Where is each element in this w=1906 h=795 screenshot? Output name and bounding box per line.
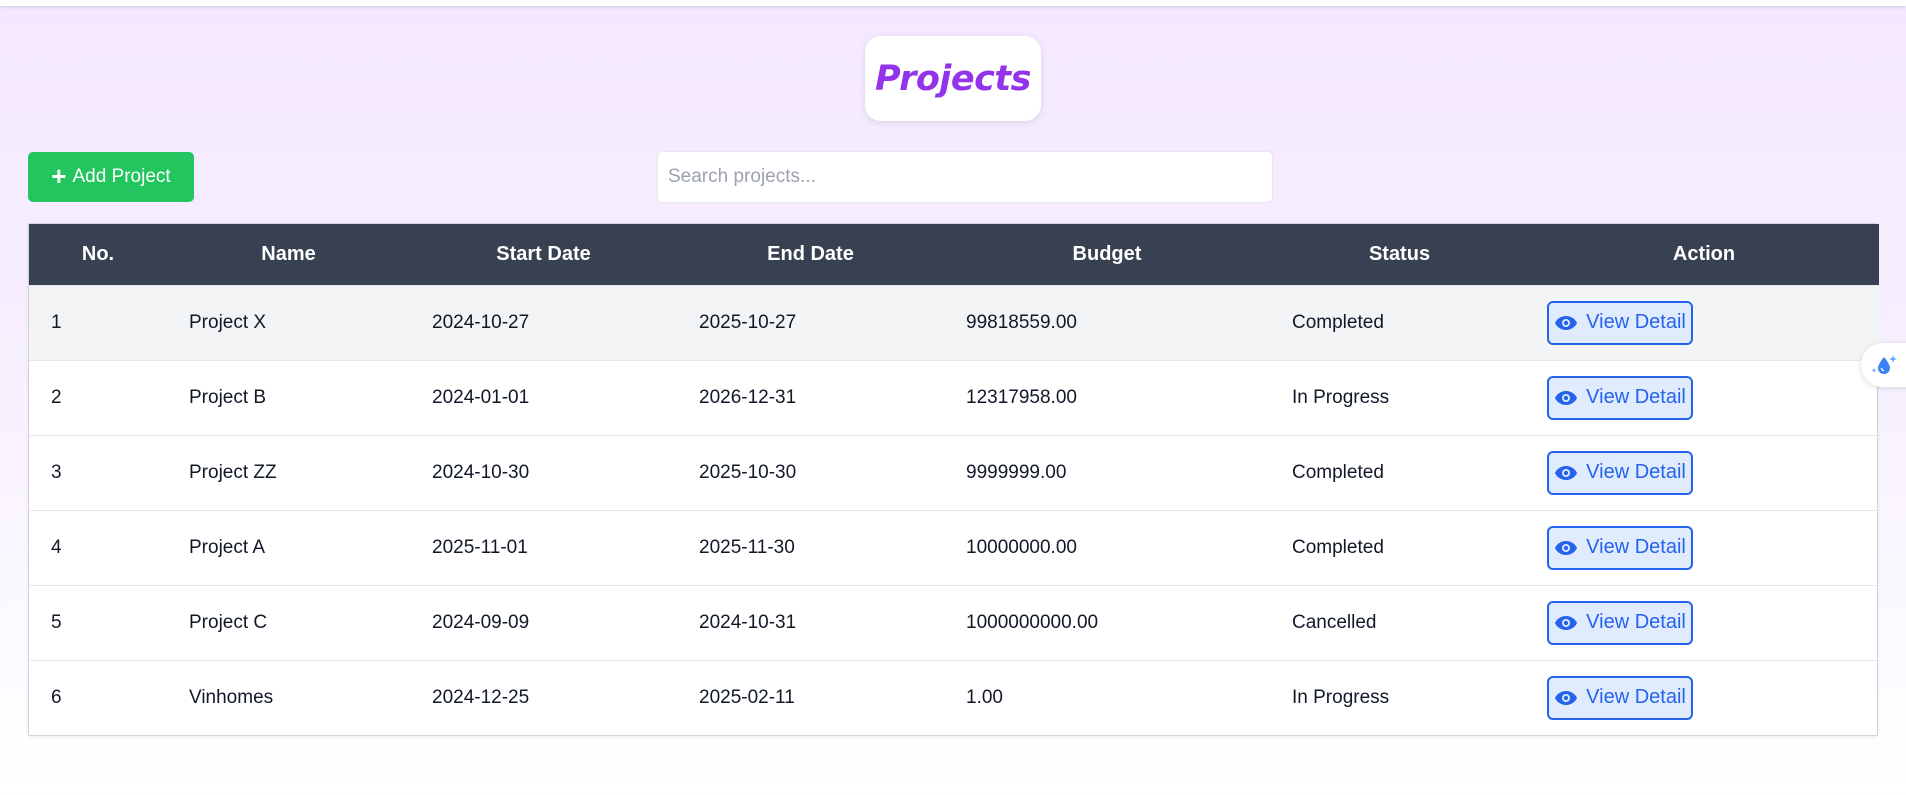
cell-name: Project B <box>189 386 267 408</box>
cell-name: Project ZZ <box>189 461 277 483</box>
cell-status: Completed <box>1292 461 1384 483</box>
eye-icon <box>1555 540 1578 555</box>
cell-start-date: 2024-10-27 <box>432 311 530 333</box>
cell-status: Completed <box>1292 536 1384 558</box>
page-title: Projects <box>875 58 1031 99</box>
cell-status: Cancelled <box>1292 611 1377 633</box>
column-header-status[interactable]: Status <box>1270 224 1529 285</box>
cell-action: View Detail <box>1529 285 1879 360</box>
cell-no: 4 <box>51 536 62 558</box>
projects-table: No. Name Start Date End Date Budget Stat… <box>28 223 1879 736</box>
table-row: 6 Vinhomes 2024-12-25 2025-02-11 1.00 In Prog… <box>29 660 1879 735</box>
cell-action: View Detail <box>1529 660 1879 735</box>
table-row: 3 Project ZZ 2024-10-30 2025-10-30 9999999.0… <box>29 435 1879 510</box>
cell-action: View Detail <box>1529 435 1879 510</box>
table-row: 2 Project B 2024-01-01 2026-12-31 12317958.0… <box>29 360 1879 435</box>
view-detail-button[interactable]: View Detail <box>1547 675 1693 720</box>
cell-no: 5 <box>51 611 62 633</box>
column-header-budget[interactable]: Budget <box>944 224 1270 285</box>
cell-no: 3 <box>51 461 62 483</box>
cell-start-date: 2025-11-01 <box>432 536 528 558</box>
add-project-button[interactable]: + Add Project <box>28 152 194 202</box>
cell-budget: 10000000.00 <box>966 536 1077 558</box>
cell-status: Completed <box>1292 311 1384 333</box>
cell-budget: 99818559.00 <box>966 311 1077 333</box>
column-header-end-date[interactable]: End Date <box>677 224 944 285</box>
eye-icon <box>1555 315 1578 330</box>
view-detail-label: View Detail <box>1586 386 1686 408</box>
view-detail-button[interactable]: View Detail <box>1547 525 1693 570</box>
sparkle-drop-icon <box>1871 355 1897 374</box>
view-detail-button[interactable]: View Detail <box>1547 450 1693 495</box>
table-row: 5 Project C 2024-09-09 2024-10-31 1000000000… <box>29 585 1879 660</box>
column-header-no[interactable]: No. <box>29 224 167 285</box>
floating-assistant-button[interactable] <box>1861 343 1906 387</box>
table-row: 1 Project X 2024-10-27 2025-10-27 99818559.0… <box>29 285 1879 360</box>
view-detail-label: View Detail <box>1586 536 1686 558</box>
cell-no: 2 <box>51 386 62 408</box>
cell-no: 6 <box>51 686 62 708</box>
cell-start-date: 2024-10-30 <box>432 461 530 483</box>
cell-budget: 12317958.00 <box>966 386 1077 408</box>
cell-start-date: 2024-09-09 <box>432 611 530 633</box>
eye-icon <box>1555 615 1578 630</box>
cell-action: View Detail <box>1529 510 1879 585</box>
view-detail-label: View Detail <box>1586 611 1686 633</box>
cell-action: View Detail <box>1529 585 1879 660</box>
cell-budget: 1.00 <box>966 686 1003 708</box>
cell-status: In Progress <box>1292 686 1390 708</box>
cell-name: Project C <box>189 611 268 633</box>
eye-icon <box>1555 465 1578 480</box>
cell-end-date: 2024-10-31 <box>699 611 797 633</box>
cell-end-date: 2025-11-30 <box>699 536 795 558</box>
add-project-label: Add Project <box>72 166 171 187</box>
column-header-action: Action <box>1672 242 1736 265</box>
view-detail-label: View Detail <box>1586 311 1686 333</box>
column-header-start-date[interactable]: Start Date <box>410 224 677 285</box>
cell-budget: 1000000000.00 <box>966 611 1099 633</box>
cell-end-date: 2025-10-30 <box>699 461 797 483</box>
eye-icon <box>1555 390 1578 405</box>
view-detail-button[interactable]: View Detail <box>1547 600 1693 645</box>
cell-action: View Detail <box>1529 360 1879 435</box>
page-title-card: Projects <box>865 36 1041 121</box>
view-detail-label: View Detail <box>1586 686 1686 709</box>
cell-name: Vinhomes <box>189 686 274 708</box>
cell-status: In Progress <box>1292 386 1390 408</box>
cell-end-date: 2026-12-31 <box>699 386 797 408</box>
column-header-name[interactable]: Name <box>167 224 410 285</box>
cell-end-date: 2025-10-27 <box>699 311 797 333</box>
cell-start-date: 2024-01-01 <box>432 386 530 408</box>
cell-name: Project A <box>189 536 266 558</box>
eye-icon <box>1555 690 1578 705</box>
view-detail-label: View Detail <box>1586 461 1686 483</box>
plus-icon: + <box>51 161 67 191</box>
top-bar <box>0 0 1906 6</box>
table-row: 4 Project A 2025-11-01 2025-11-30 10000000.0… <box>29 510 1879 585</box>
cell-budget: 9999999.00 <box>966 461 1067 483</box>
table-header-row: No. Name Start Date End Date Budget Stat… <box>29 224 1879 285</box>
search-input[interactable] <box>657 151 1273 203</box>
cell-end-date: 2025-02-11 <box>699 686 795 708</box>
cell-name: Project X <box>189 311 267 333</box>
view-detail-button[interactable]: View Detail <box>1547 300 1693 345</box>
cell-start-date: 2024-12-25 <box>432 686 530 708</box>
view-detail-button[interactable]: View Detail <box>1547 375 1693 420</box>
cell-no: 1 <box>51 311 62 333</box>
